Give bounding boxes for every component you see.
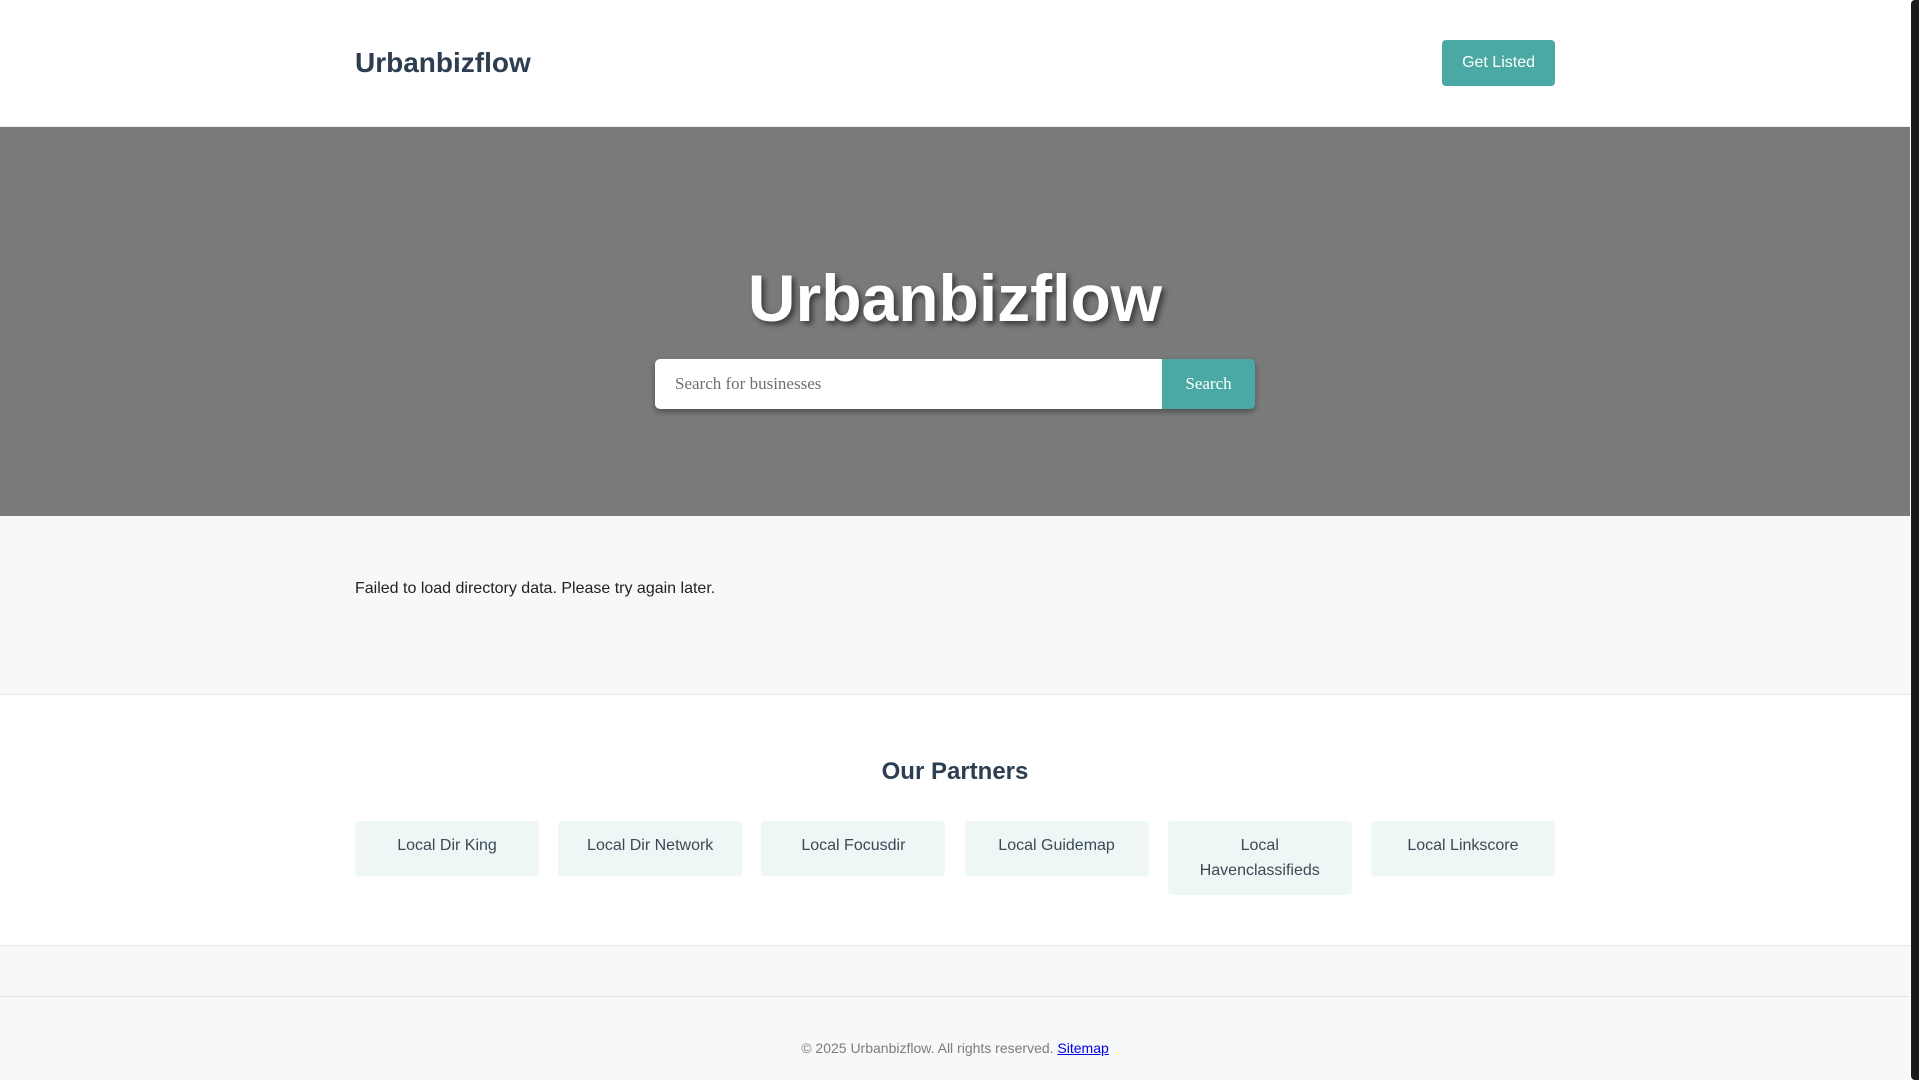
partners-title: Our Partners [881,758,1029,785]
spacer-band [0,946,1910,997]
partners-section: Our Partners Local Dir King Local Dir Ne… [0,695,1910,946]
search-input[interactable] [655,359,1162,409]
partner-link[interactable]: Local Dir Network [558,821,743,876]
directory-inner: Failed to load directory data. Please tr… [355,516,1555,598]
header-inner: Urbanbizflow Get Listed [355,0,1555,127]
footer-copyright: © 2025 Urbanbizflow. All rights reserved… [801,1040,1054,1056]
page: Urbanbizflow Get Listed Urbanbizflow Sea… [0,0,1910,1080]
partners-inner: Our Partners Local Dir King Local Dir Ne… [355,695,1555,895]
vertical-scrollbar[interactable] [1910,0,1920,1080]
directory-error-message: Failed to load directory data. Please tr… [355,580,716,597]
sitemap-link[interactable]: Sitemap [1057,1040,1108,1056]
directory-section: Failed to load directory data. Please tr… [0,516,1910,695]
partner-link[interactable]: Local Dir King [355,821,539,876]
search-form: Search [655,359,1255,409]
scrollbar-thumb[interactable] [1911,0,1919,1080]
partner-link[interactable]: Local Focusdir [761,821,946,876]
site-header: Urbanbizflow Get Listed [0,0,1910,127]
site-footer: © 2025 Urbanbizflow. All rights reserved… [0,997,1910,1080]
hero-section: Urbanbizflow Search [0,127,1910,516]
site-logo[interactable]: Urbanbizflow [355,47,531,79]
hero-title: Urbanbizflow [747,261,1163,335]
get-listed-button[interactable]: Get Listed [1442,40,1555,86]
partner-link[interactable]: Local Guidemap [964,821,1149,876]
search-button[interactable]: Search [1162,359,1255,409]
partner-link[interactable]: Local Havenclassifieds [1167,821,1352,895]
partner-link[interactable]: Local Linkscore [1370,821,1555,876]
partners-grid: Local Dir King Local Dir Network Local F… [355,821,1555,895]
